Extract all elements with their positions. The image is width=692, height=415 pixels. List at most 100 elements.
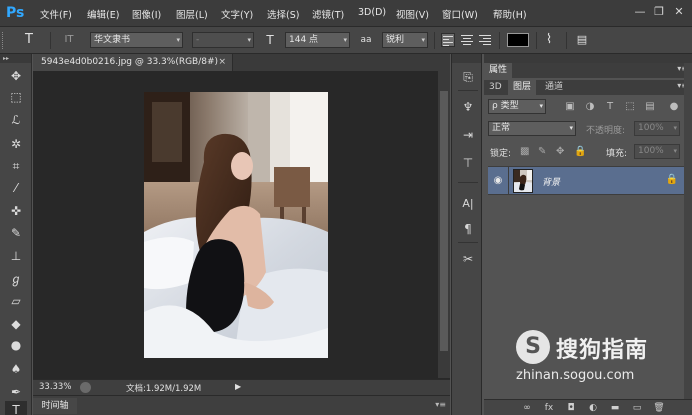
anti-alias-select[interactable]: 锐利 ▾ (382, 32, 428, 48)
minimize-icon[interactable]: — (632, 5, 648, 19)
options-grip[interactable] (2, 32, 5, 49)
brush-panel-icon[interactable]: ⇥ (458, 126, 478, 145)
paint-bucket-tool-icon[interactable]: ◆ (5, 315, 27, 334)
filter-shape-icon[interactable]: ⬚ (624, 101, 636, 112)
clone-stamp-tool-icon[interactable]: ⊥ (5, 247, 27, 266)
character-panel-toggle-icon[interactable]: ▤ (574, 32, 590, 48)
timeline-menu-icon[interactable]: ▾≡ (435, 400, 446, 409)
filter-type-icon[interactable]: T (604, 101, 616, 112)
visibility-eye-icon[interactable]: ◉ (492, 175, 504, 187)
panel-scrollbar[interactable] (684, 63, 692, 399)
new-layer-icon[interactable]: ▭ (630, 402, 644, 414)
adjustment-layer-icon[interactable]: ◐ (586, 402, 600, 414)
magic-wand-tool-icon[interactable]: ✲ (5, 135, 27, 154)
filter-smart-object-icon[interactable]: ▤ (644, 101, 656, 112)
restore-icon[interactable]: ❐ (651, 5, 667, 19)
healing-brush-tool-icon[interactable]: ✜ (5, 202, 27, 221)
font-family-select[interactable]: 华文隶书 ▾ (90, 32, 183, 48)
text-orientation-icon[interactable]: IT (60, 32, 78, 48)
type-tool-preset-icon[interactable]: T (20, 32, 38, 48)
move-tool-icon[interactable]: ✥ (5, 67, 27, 86)
new-group-icon[interactable]: ▬ (608, 402, 622, 414)
dodge-tool-icon[interactable]: ♠ (5, 360, 27, 379)
menu-window[interactable]: 窗口(W) (442, 7, 478, 21)
lock-all-icon[interactable]: 🔒 (574, 146, 586, 157)
pen-tool-icon[interactable]: ✒ (5, 383, 27, 402)
lock-image-icon[interactable]: ✎ (538, 146, 546, 157)
menu-help[interactable]: 帮助(H) (493, 7, 527, 21)
tab-properties[interactable]: 属性 (484, 63, 513, 78)
marquee-tool-icon[interactable]: ⬚ (5, 88, 27, 107)
link-layers-icon[interactable]: ∞ (520, 402, 534, 414)
crop-tool-icon[interactable]: ⌗ (5, 157, 27, 176)
filter-adjustment-icon[interactable]: ◑ (584, 101, 596, 112)
add-mask-icon[interactable]: ◘ (564, 402, 578, 414)
eyedropper-tool-icon[interactable]: ⁄ (5, 179, 27, 198)
opacity-label: 不透明度: (586, 126, 626, 136)
scissors-panel-icon[interactable]: ✂ (458, 250, 478, 269)
menu-select[interactable]: 选择(S) (267, 7, 299, 21)
lasso-tool-icon[interactable]: ℒ (5, 111, 27, 130)
history-panel-icon[interactable]: ⎘ (458, 68, 478, 87)
eraser-tool-icon[interactable]: ▱ (5, 292, 27, 311)
warp-text-icon[interactable]: ⌇ (541, 32, 557, 48)
blur-tool-icon[interactable]: ● (5, 336, 27, 355)
tab-3d[interactable]: 3D (484, 80, 507, 95)
document-tab[interactable]: 5943e4d0b0216.jpg @ 33.3%(RGB/8#) × (33, 54, 233, 71)
tools-panel-header[interactable]: ▸▸ (0, 54, 31, 63)
type-tool-icon[interactable]: T (5, 401, 27, 415)
delete-layer-icon[interactable]: 🗑 (652, 402, 666, 414)
menu-layer[interactable]: 图层(L) (176, 7, 208, 21)
filter-pixel-icon[interactable]: ▣ (564, 101, 576, 112)
menu-file[interactable]: 文件(F) (40, 7, 72, 21)
vertical-scrollbar[interactable] (438, 71, 450, 378)
menu-image[interactable]: 图像(I) (132, 7, 161, 21)
layer-row-divider (508, 167, 509, 195)
fx-icon[interactable]: fx (542, 402, 556, 414)
close-icon[interactable]: ✕ (671, 5, 687, 19)
history-brush-tool-icon[interactable]: ℊ (5, 270, 27, 289)
align-center-button[interactable] (460, 33, 474, 47)
layer-name[interactable]: 背景 (542, 175, 560, 188)
tab-channels[interactable]: 通道 (540, 80, 568, 95)
layer-filter-select[interactable]: ρ 类型 ▾ (488, 99, 546, 114)
options-separator (434, 32, 435, 49)
tab-layers[interactable]: 图层 (508, 80, 537, 95)
menu-view[interactable]: 视图(V) (396, 7, 429, 21)
brush-tool-icon[interactable]: ✎ (5, 224, 27, 243)
menu-filter[interactable]: 滤镜(T) (312, 7, 344, 21)
lock-position-icon[interactable]: ✥ (556, 146, 564, 157)
dock-header[interactable] (452, 54, 481, 63)
text-color-swatch[interactable] (507, 33, 529, 47)
blend-mode-select[interactable]: 正常 ▾ (488, 121, 576, 136)
character-panel-icon[interactable]: A| (458, 194, 478, 213)
tool-presets-panel-icon[interactable]: ⊤ (458, 154, 478, 173)
font-style-select[interactable]: - ▾ (192, 32, 254, 48)
align-right-button[interactable] (478, 33, 492, 47)
chevron-down-icon: ▾ (673, 147, 677, 155)
chevron-down-icon: ▾ (421, 36, 425, 44)
menu-3d[interactable]: 3D(D) (358, 7, 386, 18)
layer-row[interactable]: ◉ 背景 🔒 (488, 167, 684, 195)
opacity-field[interactable]: 100% ▾ (634, 121, 680, 136)
scrollbar-thumb[interactable] (440, 91, 448, 351)
menu-type[interactable]: 文字(Y) (221, 7, 253, 21)
brush-preset-panel-icon[interactable]: ♆ (458, 98, 478, 117)
paragraph-panel-icon[interactable]: ¶ (458, 220, 478, 239)
lock-transparent-icon[interactable]: ▩ (520, 146, 529, 157)
canvas-image[interactable] (144, 92, 328, 358)
layer-thumbnail[interactable] (513, 169, 533, 193)
align-left-button[interactable] (441, 33, 455, 47)
chevron-down-icon: ▾ (673, 124, 677, 132)
close-tab-icon[interactable]: × (218, 54, 226, 71)
timeline-tab[interactable]: 时间轴 (33, 398, 77, 414)
fill-field[interactable]: 100% ▾ (634, 144, 680, 159)
status-menu-arrow-icon[interactable]: ▶ (235, 382, 241, 391)
menu-edit[interactable]: 编辑(E) (87, 7, 119, 21)
filter-toggle-icon[interactable]: ● (668, 101, 680, 112)
panel-group-header[interactable] (484, 54, 692, 63)
zoom-level[interactable]: 33.33% (39, 382, 71, 392)
font-size-select[interactable]: 144 点 ▾ (285, 32, 350, 48)
opacity-value: 100% (638, 123, 664, 133)
status-indicator-icon[interactable] (80, 382, 91, 393)
